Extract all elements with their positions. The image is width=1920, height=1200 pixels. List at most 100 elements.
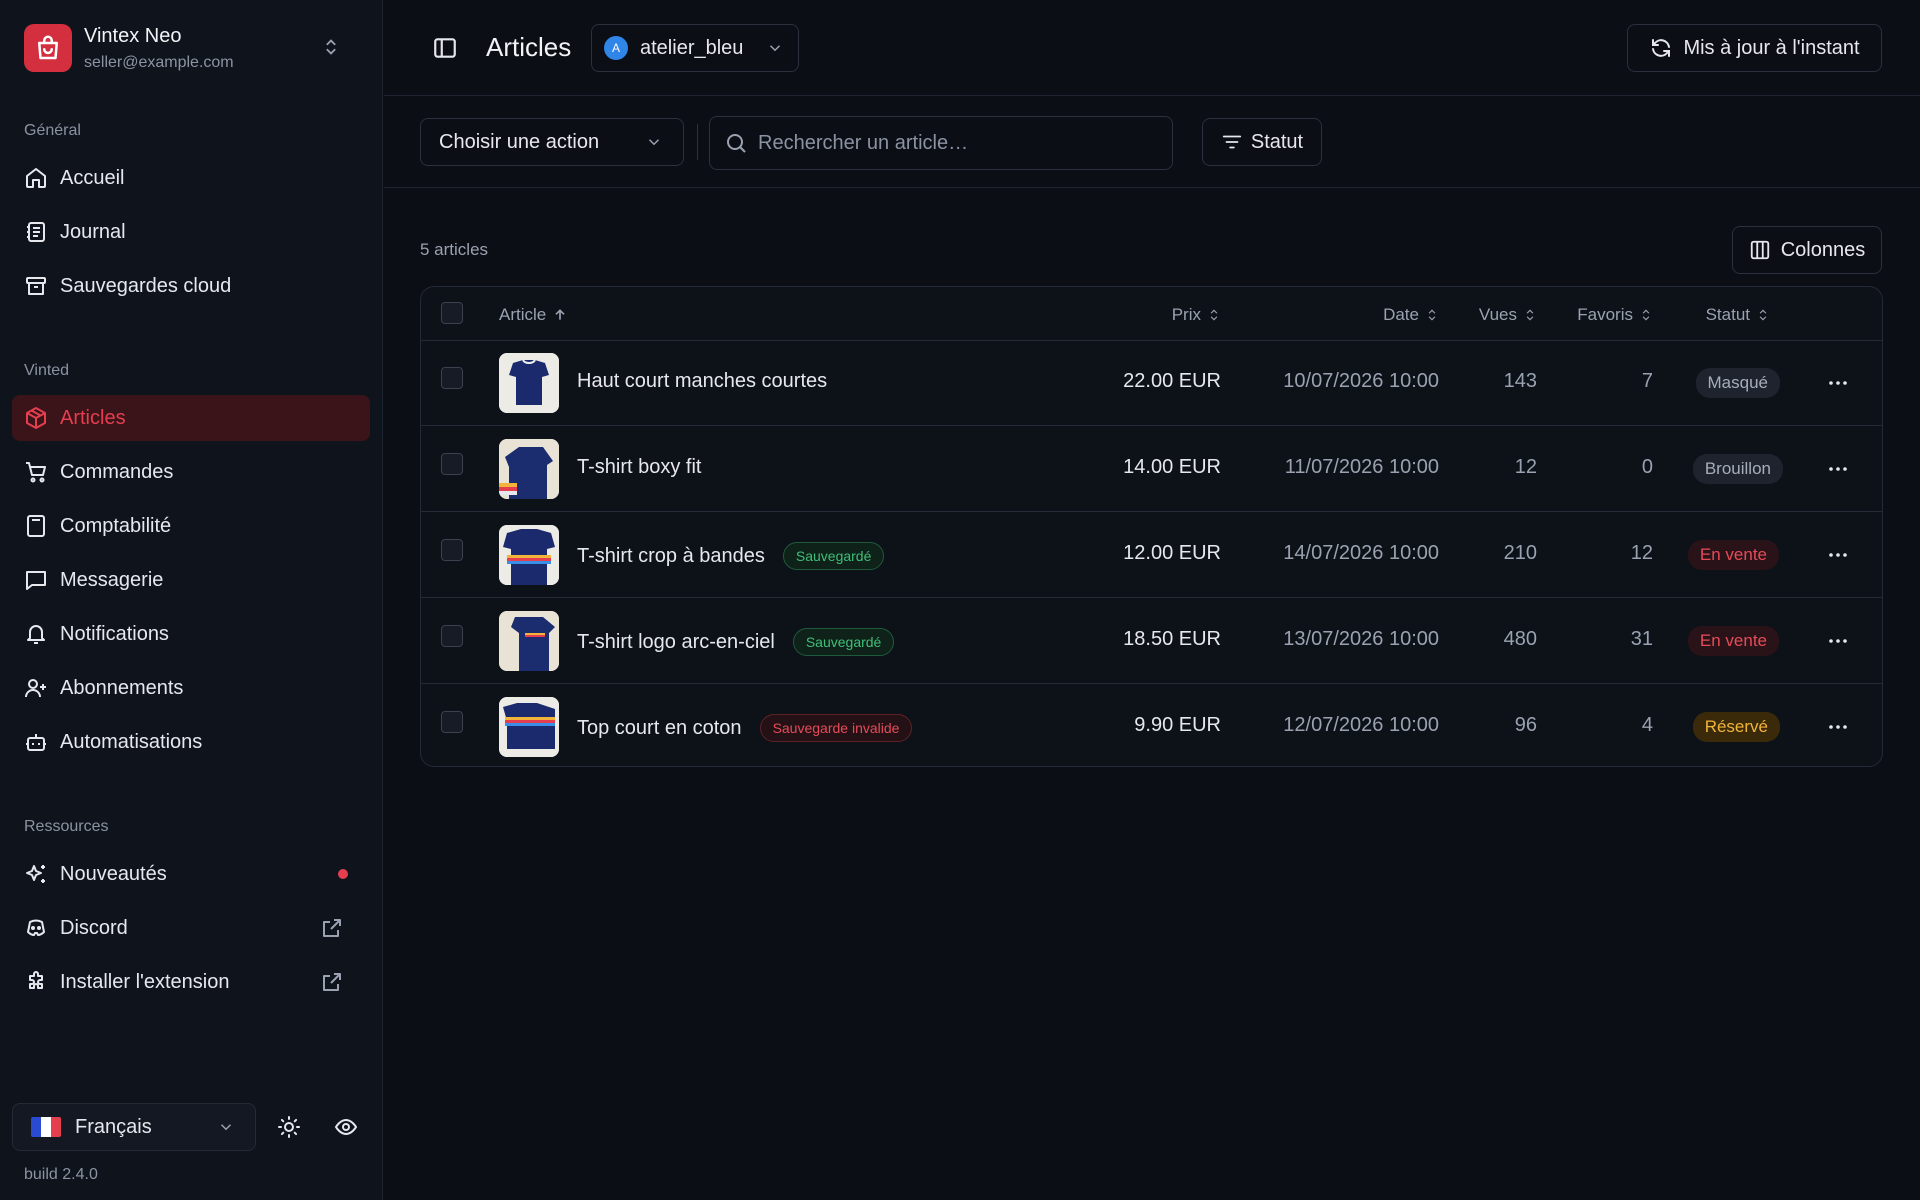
more-horizontal-icon[interactable]	[1826, 543, 1850, 567]
columns-icon	[1750, 240, 1769, 260]
row-checkbox[interactable]	[441, 711, 463, 733]
archive-icon	[26, 277, 46, 295]
article-favs: 4	[1641, 714, 1653, 736]
refresh-button[interactable]: Mis à jour à l'instant	[1627, 24, 1882, 72]
chevron-down-icon	[769, 45, 781, 52]
section-title-general: Général	[24, 122, 81, 139]
bulk-action-select[interactable]: Choisir une action	[420, 118, 684, 166]
sidebar-item-label: Automatisations	[60, 730, 203, 753]
app-logo	[24, 24, 72, 72]
status-badge: En vente	[1687, 540, 1779, 570]
article-price: 18.50 EUR	[1123, 628, 1221, 650]
sidebar-item-label: Journal	[60, 220, 126, 243]
column-label: Date	[1383, 305, 1419, 324]
bell-icon	[27, 625, 45, 644]
more-horizontal-icon[interactable]	[1826, 371, 1850, 395]
columns-button[interactable]: Colonnes	[1732, 226, 1882, 274]
article-views: 96	[1514, 714, 1537, 736]
column-header-status[interactable]: Statut	[1706, 305, 1770, 325]
backup-tag: Sauvegarde invalide	[759, 714, 913, 742]
sidebar-item-notifications[interactable]: Notifications	[12, 611, 370, 657]
status-badge: Brouillon	[1692, 454, 1783, 484]
search-input[interactable]	[758, 131, 1158, 155]
main-content: Articles A atelier_bleu Mis à jour à l'i…	[384, 0, 1920, 1200]
page-title: Articles	[486, 32, 572, 62]
article-views: 210	[1503, 542, 1537, 564]
table-row[interactable]: T-shirt logo arc-en-ciel Sauvegardé 18.5…	[421, 599, 1882, 684]
row-checkbox[interactable]	[441, 453, 463, 475]
user-plus-icon	[25, 679, 46, 698]
toolbar-divider	[697, 124, 698, 160]
external-link-icon	[323, 973, 341, 991]
sidebar-item-label: Accueil	[60, 166, 125, 189]
article-favs: 0	[1641, 456, 1653, 478]
row-checkbox[interactable]	[441, 539, 463, 561]
status-badge: En vente	[1687, 626, 1779, 656]
sidebar-item-discord[interactable]: Discord	[12, 905, 370, 951]
more-horizontal-icon[interactable]	[1826, 457, 1850, 481]
more-horizontal-icon[interactable]	[1826, 715, 1850, 739]
puzzle-icon	[29, 971, 43, 989]
account-switcher[interactable]: Vintex Neo seller@example.com	[24, 22, 364, 74]
column-header-date[interactable]: Date	[1383, 305, 1439, 325]
sidebar-item-comptabilite[interactable]: Comptabilité	[12, 503, 370, 549]
sort-icon	[1759, 309, 1767, 321]
sidebar-item-journal[interactable]: Journal	[12, 209, 370, 255]
account-email: seller@example.com	[84, 53, 234, 71]
eye-icon[interactable]	[334, 1115, 358, 1139]
sidebar-item-messagerie[interactable]: Messagerie	[12, 557, 370, 603]
status-filter-button[interactable]: Statut	[1202, 118, 1322, 166]
article-name: Top court en coton	[577, 716, 742, 739]
article-date: 12/07/2026 10:00	[1283, 714, 1439, 736]
build-version: build 2.4.0	[24, 1166, 98, 1183]
package-icon	[26, 407, 46, 429]
bulk-action-label: Choisir une action	[439, 130, 600, 153]
section-title-vinted: Vinted	[24, 362, 70, 379]
table-row[interactable]: Top court en coton Sauvegarde invalide 9…	[421, 685, 1882, 766]
row-checkbox[interactable]	[441, 367, 463, 389]
backup-tag: Sauvegardé	[782, 542, 885, 570]
new-indicator-dot	[338, 869, 348, 879]
arrow-up-icon	[555, 309, 565, 320]
column-header-favs[interactable]: Favoris	[1577, 305, 1653, 325]
column-label: Statut	[1705, 305, 1750, 324]
table-row[interactable]: T-shirt boxy fit 14.00 EUR 11/07/2026 10…	[421, 427, 1882, 512]
column-label: Vues	[1478, 305, 1517, 324]
article-date: 13/07/2026 10:00	[1283, 628, 1439, 650]
table-row[interactable]: T-shirt crop à bandes Sauvegardé 12.00 E…	[421, 513, 1882, 598]
column-header-price[interactable]: Prix	[1172, 305, 1221, 325]
sidebar-item-label: Abonnements	[60, 676, 184, 699]
column-header-article[interactable]: Article	[499, 305, 568, 325]
sidebar-toggle-icon[interactable]	[432, 35, 458, 61]
table-row[interactable]: Haut court manches courtes 22.00 EUR 10/…	[421, 341, 1882, 426]
theme-toggle-sun-icon[interactable]	[277, 1115, 301, 1139]
sidebar-item-articles[interactable]: Articles	[12, 395, 370, 441]
refresh-label: Mis à jour à l'instant	[1683, 36, 1860, 59]
column-label: Favoris	[1577, 305, 1633, 324]
sidebar-item-sauvegardes-cloud[interactable]: Sauvegardes cloud	[12, 263, 370, 309]
sidebar-item-installer-extension[interactable]: Installer l'extension	[12, 959, 370, 1005]
sidebar-item-label: Notifications	[60, 622, 169, 645]
sidebar-item-abonnements[interactable]: Abonnements	[12, 665, 370, 711]
sidebar-item-nouveautes[interactable]: Nouveautés	[12, 851, 370, 897]
select-all-checkbox[interactable]	[441, 302, 463, 324]
status-badge: Réservé	[1692, 712, 1780, 742]
article-name: T-shirt crop à bandes	[577, 544, 765, 567]
language-label: Français	[75, 1115, 152, 1138]
article-thumbnail	[499, 697, 559, 757]
sidebar-item-commandes[interactable]: Commandes	[12, 449, 370, 495]
row-checkbox[interactable]	[441, 625, 463, 647]
article-date: 10/07/2026 10:00	[1283, 370, 1439, 392]
column-header-views[interactable]: Vues	[1479, 305, 1537, 325]
calculator-icon	[27, 515, 45, 537]
article-name: T-shirt boxy fit	[577, 456, 702, 478]
sidebar-item-label: Messagerie	[60, 568, 164, 591]
chevron-down-icon	[648, 139, 660, 146]
more-horizontal-icon[interactable]	[1826, 629, 1850, 653]
sidebar-item-accueil[interactable]: Accueil	[12, 155, 370, 201]
article-name: Haut court manches courtes	[577, 370, 828, 392]
article-price: 12.00 EUR	[1123, 542, 1221, 564]
language-select[interactable]: Français	[12, 1103, 256, 1151]
sidebar-item-automatisations[interactable]: Automatisations	[12, 719, 370, 765]
shop-selector[interactable]: A atelier_bleu	[591, 24, 799, 72]
